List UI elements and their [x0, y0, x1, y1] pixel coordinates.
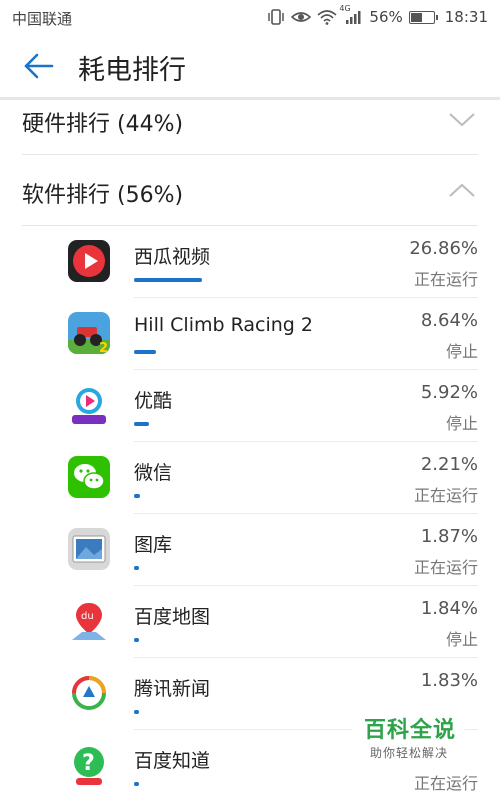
svg-text:du: du [81, 611, 94, 622]
hill-climb-racing-icon: 2 [68, 312, 110, 354]
usage-percent: 1.87% [420, 526, 478, 547]
software-ranking-label: 软件排行 (56%) [22, 183, 184, 208]
gallery-icon [68, 528, 110, 570]
usage-bar [134, 710, 139, 714]
app-status: 停止 [445, 414, 478, 433]
app-name: 百度知道 [134, 750, 211, 772]
app-status: 正在运行 [413, 774, 478, 793]
chevron-up-icon [449, 183, 475, 197]
usage-bar [134, 782, 139, 786]
tencent-news-icon [68, 672, 110, 714]
app-name: 西瓜视频 [134, 246, 211, 268]
usage-bar [134, 494, 140, 498]
vibrate-icon [268, 9, 285, 25]
app-status: 停止 [445, 630, 478, 649]
hardware-ranking-section[interactable]: 硬件排行 (44%) [0, 100, 500, 154]
app-status: 正在运行 [413, 486, 478, 505]
usage-bar [134, 638, 139, 642]
hardware-ranking-label: 硬件排行 (44%) [22, 112, 184, 137]
usage-percent: 1.84% [420, 598, 478, 619]
usage-percent: 5.92% [420, 382, 478, 403]
list-item[interactable]: 图库 1.87% 正在运行 [0, 514, 500, 586]
clock: 18:31 [444, 8, 488, 26]
status-icons: 4G 56% 18:31 [267, 4, 488, 26]
app-bar: 耗电排行 [0, 34, 500, 98]
list-item[interactable]: du 百度地图 1.84% 停止 [0, 586, 500, 658]
usage-bar [134, 350, 156, 354]
list-item[interactable]: 优酷 5.92% 停止 [0, 370, 500, 442]
arrow-left-icon[interactable] [22, 49, 56, 83]
page-title: 耗电排行 [78, 55, 186, 86]
app-name: 图库 [134, 534, 173, 556]
battery-level [410, 12, 422, 22]
battery-icon [408, 10, 438, 24]
app-status: 正在运行 [413, 558, 478, 577]
cellular-signal-icon: 4G [339, 4, 363, 25]
usage-percent: 8.64% [420, 310, 478, 331]
list-item[interactable]: 2 Hill Climb Racing 2 8.64% 停止 [0, 298, 500, 370]
carrier-label: 中国联通 [12, 10, 73, 28]
watermark-logo: 百科全说 助你轻松解决 [352, 708, 464, 766]
eye-icon [291, 12, 312, 22]
usage-bar [134, 278, 202, 282]
software-ranking-section[interactable]: 软件排行 (56%) [0, 155, 500, 225]
baidu-map-icon: du [68, 600, 110, 642]
app-name: 百度地图 [134, 606, 211, 628]
svg-text:2: 2 [99, 341, 108, 354]
wifi-icon [317, 10, 337, 25]
watermark-title: 百科全说 [364, 718, 457, 743]
svg-text:?: ? [82, 751, 95, 776]
app-name: 优酷 [134, 390, 173, 412]
usage-percent: 2.21% [420, 454, 478, 475]
status-bar: 中国联通 4G 56% 18:31 [0, 0, 500, 34]
usage-bar [134, 422, 149, 426]
watermark-subtitle: 助你轻松解决 [370, 746, 449, 760]
app-status: 正在运行 [413, 270, 478, 289]
list-item[interactable]: 西瓜视频 26.86% 正在运行 [0, 226, 500, 298]
xigua-video-icon [68, 240, 110, 282]
app-status: 停止 [445, 342, 478, 361]
wechat-icon [68, 456, 110, 498]
usage-bar [134, 566, 139, 570]
usage-percent: 1.83% [420, 670, 478, 691]
usage-percent: 26.86% [409, 238, 478, 259]
youku-icon [68, 384, 110, 426]
battery-percent: 56% [369, 8, 403, 26]
chevron-down-icon [449, 113, 475, 127]
list-item[interactable]: 微信 2.21% 正在运行 [0, 442, 500, 514]
app-name: Hill Climb Racing 2 [134, 314, 313, 336]
baidu-zhidao-icon: ? [68, 744, 110, 786]
app-name: 腾讯新闻 [134, 678, 211, 700]
app-name: 微信 [134, 462, 173, 484]
